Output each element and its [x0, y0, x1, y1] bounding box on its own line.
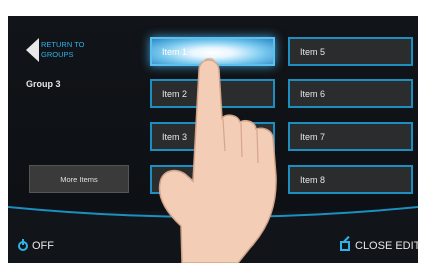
item-8-button[interactable]: Item 8	[288, 165, 413, 194]
group-title: Group 3	[26, 79, 61, 89]
footer-arc	[8, 206, 418, 223]
off-label: OFF	[32, 240, 54, 252]
item-7-button[interactable]: Item 7	[288, 122, 413, 151]
return-to-groups-label: RETURN TO GROUPS	[41, 40, 84, 60]
item-2-button[interactable]: Item 2	[150, 79, 275, 108]
item-3-button[interactable]: Item 3	[150, 122, 275, 151]
item-6-button[interactable]: Item 6	[288, 79, 413, 108]
item-5-button[interactable]: Item 5	[288, 37, 413, 66]
more-items-button[interactable]: More Items	[29, 165, 129, 193]
close-edit-label: CLOSE EDIT	[355, 240, 421, 252]
item-1-button[interactable]: Item 1	[150, 37, 275, 66]
back-line-2: GROUPS	[41, 50, 74, 59]
back-line-1: RETURN TO	[41, 40, 85, 49]
power-icon	[18, 239, 28, 251]
item-4-button[interactable]: Item 4	[150, 165, 275, 194]
power-off-button[interactable]: OFF	[18, 239, 54, 252]
return-to-groups-button[interactable]: RETURN TO GROUPS	[26, 38, 116, 62]
edit-icon	[340, 241, 350, 251]
touch-panel-frame: RETURN TO GROUPS Group 3 More Items Item…	[0, 0, 426, 263]
close-edit-button[interactable]: CLOSE EDIT	[340, 240, 420, 252]
triangle-left-icon	[26, 38, 39, 62]
